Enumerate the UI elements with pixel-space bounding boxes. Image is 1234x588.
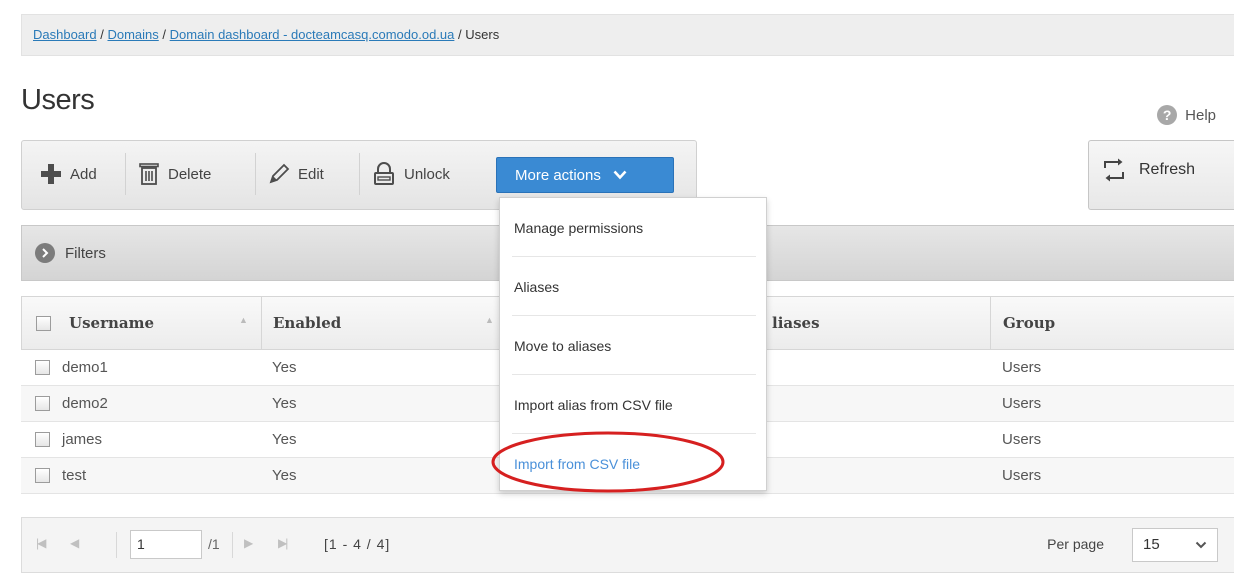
breadcrumb-domain-dashboard[interactable]: Domain dashboard - docteamcasq.comodo.od… (170, 27, 455, 42)
edit-button-label: Edit (298, 165, 324, 183)
menu-item-import-alias-csv[interactable]: Import alias from CSV file (514, 397, 673, 413)
next-page-icon[interactable]: ▶ (244, 536, 253, 550)
row-checkbox[interactable] (35, 396, 50, 411)
column-divider (990, 297, 991, 349)
refresh-icon (1104, 158, 1124, 182)
per-page-select[interactable]: 15 (1132, 528, 1218, 562)
toolbar-divider (125, 153, 126, 195)
username-cell: demo1 (62, 359, 108, 376)
select-all-checkbox[interactable] (36, 316, 51, 331)
edit-button[interactable]: Edit (268, 155, 324, 193)
record-range: [1 - 4 / 4] (324, 536, 391, 552)
breadcrumb-domains[interactable]: Domains (107, 27, 158, 42)
filter-arrow-icon (35, 243, 55, 263)
pager-divider (232, 532, 233, 558)
sort-icon: ▲ (239, 315, 248, 325)
chevron-down-icon (1195, 541, 1207, 549)
unlock-button-label: Unlock (404, 165, 450, 183)
breadcrumb-separator: / (458, 27, 462, 42)
column-header-aliases[interactable]: liases (772, 297, 820, 349)
add-button-label: Add (70, 165, 97, 183)
menu-divider (512, 256, 756, 257)
group-cell: Users (1002, 467, 1042, 484)
per-page-label: Per page (1047, 536, 1104, 552)
previous-page-icon[interactable]: ◀ (70, 536, 79, 550)
row-checkbox[interactable] (35, 360, 50, 375)
more-actions-label: More actions (515, 166, 601, 184)
first-page-icon[interactable]: |◀ (36, 536, 46, 550)
group-cell: Users (1002, 431, 1042, 448)
menu-item-aliases[interactable]: Aliases (514, 279, 559, 295)
breadcrumb-separator: / (100, 27, 104, 42)
group-cell: Users (1002, 395, 1042, 412)
breadcrumb: Dashboard / Domains / Domain dashboard -… (21, 14, 1234, 56)
delete-button[interactable]: Delete (138, 155, 211, 193)
plus-icon (41, 164, 61, 184)
menu-item-move-to-aliases[interactable]: Move to aliases (514, 338, 611, 354)
username-cell: demo2 (62, 395, 108, 412)
menu-item-manage-permissions[interactable]: Manage permissions (514, 220, 643, 236)
enabled-cell: Yes (272, 467, 297, 484)
menu-divider (512, 374, 756, 375)
pencil-icon (269, 163, 290, 184)
pagination-bar: |◀ ◀ 1 /1 ▶ ▶| [1 - 4 / 4] Per page 15 (21, 517, 1234, 573)
more-actions-button[interactable]: More actions (496, 157, 674, 193)
total-pages: /1 (208, 536, 220, 552)
help-label: Help (1185, 106, 1216, 124)
pager-divider (116, 532, 117, 558)
breadcrumb-dashboard[interactable]: Dashboard (33, 27, 97, 42)
enabled-cell: Yes (272, 359, 297, 376)
breadcrumb-separator: / (162, 27, 167, 42)
toolbar-divider (359, 153, 360, 195)
delete-button-label: Delete (168, 165, 212, 183)
per-page-value: 15 (1143, 536, 1160, 553)
column-header-username[interactable]: Username (69, 297, 154, 349)
filters-label: Filters (65, 244, 106, 262)
column-header-group[interactable]: Group (1003, 297, 1055, 349)
group-cell: Users (1002, 359, 1042, 376)
chevron-down-icon (613, 170, 627, 180)
padlock-icon (374, 162, 394, 185)
column-header-enabled[interactable]: Enabled (273, 297, 341, 349)
trash-icon (139, 163, 159, 185)
username-cell: test (62, 467, 87, 484)
help-icon: ? (1157, 105, 1178, 125)
row-checkbox[interactable] (35, 432, 50, 447)
sort-icon: ▲ (485, 315, 494, 325)
refresh-button[interactable]: Refresh (1088, 140, 1234, 210)
username-cell: james (62, 431, 103, 448)
add-button[interactable]: Add (40, 155, 97, 193)
page-number-input[interactable]: 1 (130, 530, 202, 559)
help-link[interactable]: ? Help (1157, 105, 1216, 125)
toolbar-divider (255, 153, 256, 195)
refresh-button-label: Refresh (1139, 161, 1196, 178)
page-title: Users (21, 84, 95, 116)
menu-divider (512, 315, 756, 316)
column-divider (261, 297, 262, 349)
row-checkbox[interactable] (35, 468, 50, 483)
enabled-cell: Yes (272, 431, 297, 448)
breadcrumb-current: Users (465, 27, 500, 42)
highlight-ellipse-annotation (491, 431, 725, 493)
last-page-icon[interactable]: ▶| (278, 536, 288, 550)
unlock-button[interactable]: Unlock (372, 155, 450, 193)
enabled-cell: Yes (272, 395, 297, 412)
